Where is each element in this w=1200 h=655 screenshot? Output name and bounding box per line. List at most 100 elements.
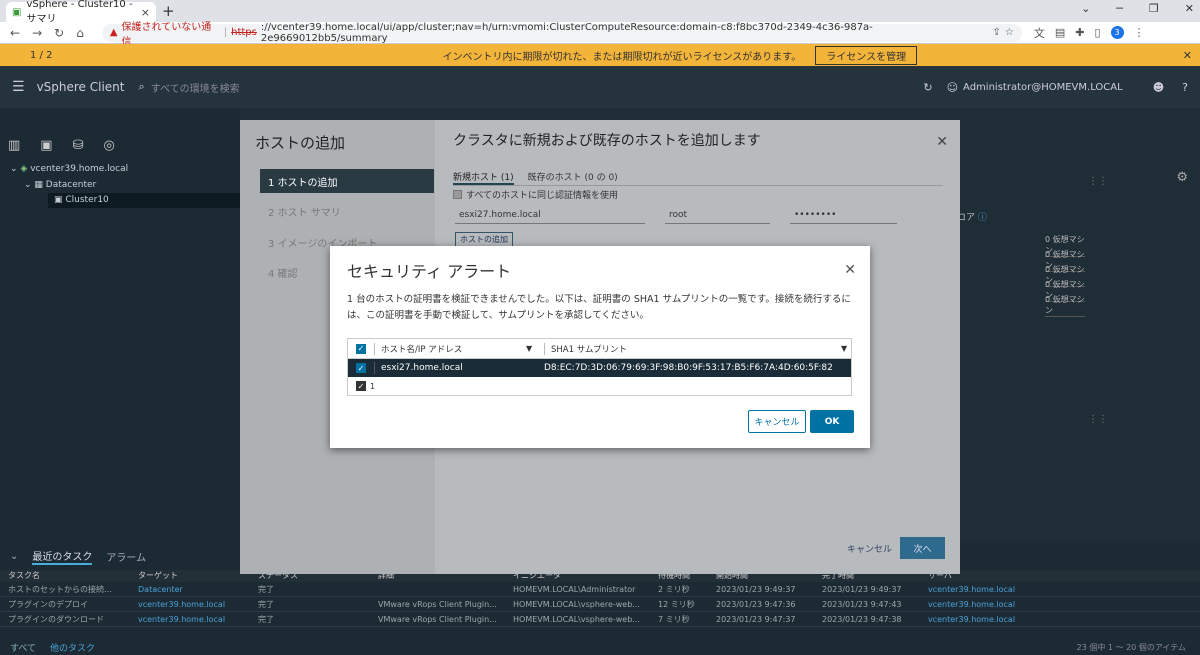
refresh-icon[interactable]: ↻ (923, 81, 932, 94)
url-input[interactable]: ▲ 保護されていない通信 | https://vcenter39.home.lo… (101, 22, 1022, 48)
banner-text: インベントリ内に期限が切れた、または期限切れが近いライセンスがあります。 (442, 51, 802, 63)
sidepanel-icon[interactable]: ▯ (1094, 26, 1100, 39)
profile-avatar[interactable]: 3 (1110, 26, 1124, 39)
tab-alarms[interactable]: アラーム (106, 549, 146, 564)
table-row[interactable]: ✓ esxi27.home.local D8:EC:7D:3D:06:79:69… (348, 359, 851, 377)
row-checkbox[interactable]: ✓ (356, 363, 366, 373)
col-task-name[interactable]: タスク名 (8, 570, 138, 582)
close-icon[interactable]: ✕ (1185, 2, 1194, 15)
dialog-close-icon[interactable]: ✕ (844, 262, 856, 278)
settings-gear-icon[interactable]: ⚙ (1176, 170, 1188, 185)
restore-icon[interactable]: ❐ (1149, 2, 1159, 15)
tab-recent-tasks[interactable]: 最近のタスク (32, 548, 93, 565)
ok-button[interactable]: OK (810, 410, 854, 433)
hamburger-menu-icon[interactable]: ☰ (12, 79, 25, 95)
dialog-title: セキュリティ アラート (347, 262, 512, 281)
checkbox-icon (453, 190, 462, 199)
add-host-button[interactable]: ホストの追加 (455, 232, 513, 247)
task-target[interactable]: vcenter39.home.local (138, 600, 258, 609)
task-name: プラグインのダウンロード (8, 614, 104, 624)
extensions-puzzle-icon[interactable]: ✚ (1075, 26, 1084, 39)
extension-icons: 文 ▤ ✚ ▯ 3 ⋮ (1034, 25, 1145, 41)
username-field[interactable]: root (665, 210, 770, 224)
help-icon[interactable]: ? (1182, 81, 1188, 94)
back-icon[interactable]: ← (10, 26, 20, 40)
extension-doc-icon[interactable]: ▤ (1055, 26, 1065, 39)
task-target[interactable]: Datacenter (138, 585, 258, 594)
card-drag-icon: ⋮⋮ (1088, 414, 1108, 425)
wizard-step-1[interactable]: 1 ホストの追加 (260, 169, 434, 193)
table-row: プラグインのデプロイ vcenter39.home.local 完了 VMwar… (0, 597, 1200, 612)
networking-icon[interactable]: ◎ (104, 138, 115, 153)
banner-close-icon[interactable]: ✕ (1183, 49, 1192, 62)
nav-buttons: ← → ↻ ⌂ (0, 26, 94, 40)
search-icon: ⌕ (138, 80, 145, 93)
grid-footer: ✓ 1 (348, 377, 851, 395)
license-banner: 1 / 2 インベントリ内に期限が切れた、または期限切れが近いライセンスがありま… (0, 44, 1200, 66)
footer-selection-checkbox[interactable]: ✓ (356, 381, 366, 391)
task-details: VMware vRops Client Plugin... (378, 599, 497, 609)
feedback-icon[interactable]: ☻ (1153, 81, 1164, 94)
hostname-field[interactable]: esxi27.home.local (455, 210, 645, 224)
col-hostname[interactable]: ホスト名/IP アドレス (381, 343, 526, 355)
task-name: プラグインのデプロイ (8, 599, 88, 609)
share-icon[interactable]: ⇪ (992, 27, 1000, 38)
task-server[interactable]: vcenter39.home.local (928, 585, 1018, 594)
filter-icon[interactable]: ▼ (526, 344, 538, 353)
manage-license-button[interactable]: ライセンスを管理 (815, 45, 918, 65)
user-menu[interactable]: Administrator@HOMEVM.LOCAL (963, 82, 1123, 93)
dropdown-icon[interactable]: ⌄ (1081, 2, 1090, 15)
tree-vcenter[interactable]: ⌄ ◈ vcenter39.home.local (10, 164, 128, 174)
collapse-icon[interactable]: ⌄ (10, 551, 18, 562)
global-search-input[interactable]: すべての環境を検索 (151, 80, 240, 95)
wizard-page-title: クラスタに新規および既存のホストを追加します (453, 133, 761, 149)
task-initiator: HOMEVM.LOCAL\vsphere-web... (513, 614, 640, 624)
translate-icon[interactable]: 文 (1034, 25, 1045, 41)
insecure-label[interactable]: 保護されていない通信 (122, 18, 220, 48)
app-title: vSphere Client (36, 80, 125, 94)
col-sha1[interactable]: SHA1 サムプリント (551, 343, 841, 355)
task-server[interactable]: vcenter39.home.local (928, 615, 1018, 624)
more-tasks-link[interactable]: 他のタスク (50, 641, 95, 654)
same-credentials-label: すべてのホストに同じ認証情報を使用 (466, 191, 619, 201)
menu-kebab-icon[interactable]: ⋮ (1134, 26, 1145, 39)
forward-icon[interactable]: → (32, 26, 42, 40)
task-server[interactable]: vcenter39.home.local (928, 600, 1018, 609)
reload-icon[interactable]: ↻ (54, 26, 64, 40)
password-field[interactable]: •••••••• (790, 210, 897, 224)
window-controls: ⌄ ─ ❐ ✕ (1081, 2, 1194, 15)
select-all-checkbox[interactable]: ✓ (356, 343, 366, 354)
hosts-clusters-icon[interactable]: ▥ (8, 138, 20, 153)
wizard-close-icon[interactable]: ✕ (936, 134, 948, 150)
table-row: プラグインのダウンロード vcenter39.home.local 完了 VMw… (0, 612, 1200, 627)
table-row: ホストのセットからの接続... Datacenter 完了 HOMEVM.LOC… (0, 582, 1200, 597)
minimize-icon[interactable]: ─ (1116, 2, 1123, 15)
grid-header: ✓ ホスト名/IP アドレス ▼ SHA1 サムプリント ▼ (348, 339, 851, 359)
tab-existing-hosts[interactable]: 既存のホスト (0 の 0) (528, 170, 618, 185)
cancel-button[interactable]: キャンセル (748, 410, 806, 433)
wizard-step-2: 2 ホスト サマリ (268, 207, 341, 219)
wizard-next-button[interactable]: 次へ (900, 537, 945, 559)
security-alert-dialog: セキュリティ アラート ✕ 1 台のホストの証明書を検証できませんでした。以下は… (330, 246, 870, 448)
thumbprint-grid: ✓ ホスト名/IP アドレス ▼ SHA1 サムプリント ▼ ✓ esxi27.… (347, 338, 852, 396)
wizard-cancel-button[interactable]: キャンセル (847, 542, 892, 555)
vsphere-favicon-icon: ▣ (12, 6, 22, 18)
tree-cluster-selected[interactable]: ▣ Cluster10 (48, 193, 240, 208)
filter-all-dropdown[interactable]: すべて (10, 641, 36, 654)
filter-icon[interactable]: ▼ (841, 344, 847, 353)
tasks-footer: すべて 他のタスク 23 個中 1 〜 20 個のアイテム (0, 639, 1200, 655)
divider (544, 342, 545, 355)
tree-datacenter[interactable]: ⌄ ▦ Datacenter (24, 180, 96, 190)
task-initiator: HOMEVM.LOCAL\vsphere-web... (513, 599, 640, 609)
same-credentials-checkbox[interactable]: すべてのホストに同じ認証情報を使用 (453, 188, 618, 201)
banner-pager[interactable]: 1 / 2 (30, 50, 52, 61)
dialog-message: 1 台のホストの証明書を検証できませんでした。以下は、証明書の SHA1 サムプ… (347, 294, 851, 321)
home-icon[interactable]: ⌂ (76, 26, 84, 40)
tab-new-hosts[interactable]: 新規ホスト (1) (453, 170, 514, 185)
storage-icon[interactable]: ⛁ (73, 138, 84, 153)
task-complete: 2023/01/23 9:47:38 (822, 614, 902, 624)
vms-templates-icon[interactable]: ▣ (40, 138, 52, 153)
wizard-title: ホストの追加 (255, 134, 346, 152)
task-target[interactable]: vcenter39.home.local (138, 615, 258, 624)
bookmark-star-icon[interactable]: ☆ (1005, 27, 1014, 38)
